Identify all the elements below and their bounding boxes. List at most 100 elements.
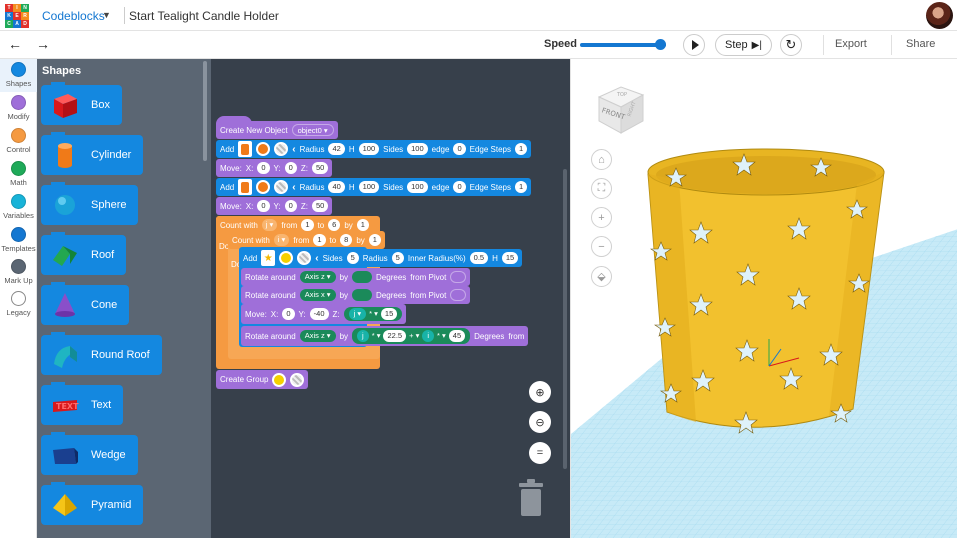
shape-block-round-roof[interactable]: Round Roof [41, 332, 162, 375]
var-i[interactable]: i [422, 330, 435, 342]
axis-dropdown[interactable]: Axis z ▾ [299, 330, 336, 342]
color-swatch[interactable] [279, 251, 294, 265]
export-button[interactable]: Export [835, 38, 867, 50]
y-input[interactable]: -40 [309, 308, 329, 320]
object-var-dropdown[interactable]: object0 ▾ [291, 124, 334, 136]
hole-toggle-icon[interactable] [274, 180, 289, 194]
category-variables[interactable]: Variables [0, 194, 37, 220]
trash-icon[interactable] [517, 479, 545, 517]
category-markup[interactable]: Mark Up [0, 259, 37, 285]
share-button[interactable]: Share [906, 38, 935, 50]
math-expression[interactable]: j * ▾ 22.5 + ▾ i * ▾ 45 [352, 328, 471, 344]
from-input[interactable]: 1 [313, 234, 326, 246]
radius-input[interactable]: 42 [328, 143, 345, 155]
view-cube[interactable]: FRONT TOP RIGHT [595, 81, 647, 135]
move-block[interactable]: Move: X: 0 Y: 0 Z: 50 [216, 197, 333, 215]
shape-block-wedge[interactable]: Wedge [41, 432, 138, 475]
zoom-in-button[interactable]: ⊕ [529, 381, 551, 403]
from-input[interactable]: 1 [301, 219, 314, 231]
category-legacy[interactable]: Legacy [0, 291, 37, 317]
zoom-reset-button[interactable]: = [529, 442, 551, 464]
speed-slider-knob[interactable] [655, 39, 666, 50]
shape-block-text[interactable]: TEXT Text [41, 382, 124, 425]
axis-dropdown[interactable]: Axis x ▾ [299, 289, 336, 301]
hole-toggle-icon[interactable] [297, 251, 312, 265]
hole-toggle-icon[interactable] [274, 142, 289, 156]
z-input[interactable]: 50 [311, 200, 329, 212]
color-swatch[interactable] [256, 142, 271, 156]
zoom-in-icon[interactable]: + [591, 207, 612, 228]
chevron-left-icon[interactable]: ‹ [315, 253, 318, 264]
perspective-icon[interactable]: ⬙ [591, 266, 612, 287]
number-input[interactable]: 45 [448, 330, 466, 342]
number-input[interactable]: 15 [380, 308, 398, 320]
code-workspace[interactable]: Create New Object object0 ▾ Add ‹ Radius… [211, 59, 570, 538]
radius-input[interactable]: 40 [328, 181, 345, 193]
create-object-block[interactable]: Create New Object object0 ▾ [216, 121, 338, 139]
step-button[interactable]: Step ▶| [715, 34, 772, 56]
to-input[interactable]: 6 [328, 219, 341, 231]
edge-input[interactable]: 0 [453, 181, 466, 193]
candle-holder-model[interactable] [641, 144, 891, 454]
chevron-left-icon[interactable]: ‹ [292, 144, 295, 155]
3d-viewport[interactable]: FRONT TOP RIGHT ⌂ ⛶ + − ⬙ [570, 59, 957, 538]
operator-dropdown[interactable]: * ▾ [369, 308, 378, 320]
shape-block-pyramid[interactable]: Pyramid [41, 482, 144, 525]
move-block[interactable]: Move: X: 0 Y: -40 Z: j ▾ * ▾ 15 [241, 304, 407, 324]
redo-icon[interactable]: → [36, 36, 50, 52]
undo-icon[interactable]: ← [8, 36, 22, 52]
operator-dropdown[interactable]: * ▾ [372, 330, 381, 342]
degrees-slot[interactable] [352, 289, 373, 301]
loop-var-dropdown[interactable]: i ▾ [273, 234, 290, 246]
chevron-left-icon[interactable]: ‹ [292, 182, 295, 193]
axis-dropdown[interactable]: Axis z ▾ [299, 271, 336, 283]
caret-down-icon[interactable]: ▼ [102, 10, 111, 20]
move-block[interactable]: Move: X: 0 Y: 0 Z: 50 [216, 159, 333, 177]
workspace-scrollbar[interactable] [563, 169, 567, 469]
loop-var-dropdown[interactable]: j ▾ [261, 219, 278, 231]
height-input[interactable]: 100 [358, 181, 380, 193]
color-swatch[interactable] [256, 180, 271, 194]
create-group-block[interactable]: Create Group [216, 370, 309, 389]
x-input[interactable]: 0 [257, 162, 270, 174]
zoom-out-button[interactable]: ⊖ [529, 411, 551, 433]
fit-view-icon[interactable]: ⛶ [591, 178, 612, 199]
rotate-block[interactable]: Rotate around Axis x ▾ by Degrees from P… [241, 286, 471, 304]
z-input[interactable]: 50 [311, 162, 329, 174]
rotate-block[interactable]: Rotate around Axis z ▾ by Degrees from P… [241, 268, 471, 286]
radius-input[interactable]: 5 [391, 252, 404, 264]
by-input[interactable]: 1 [368, 234, 381, 246]
document-title[interactable]: Start Tealight Candle Holder [129, 9, 279, 23]
x-input[interactable]: 0 [282, 308, 295, 320]
x-input[interactable]: 0 [257, 200, 270, 212]
reset-button[interactable]: ↻ [780, 34, 802, 56]
home-view-icon[interactable]: ⌂ [591, 149, 612, 170]
rotate-block[interactable]: Rotate around Axis z ▾ by j * ▾ 22.5 + ▾… [241, 326, 529, 346]
y-input[interactable]: 0 [284, 200, 297, 212]
operator-dropdown[interactable]: + ▾ [409, 330, 419, 342]
category-templates[interactable]: Templates [0, 227, 37, 253]
by-input[interactable]: 1 [356, 219, 369, 231]
add-cylinder-block[interactable]: Add ‹ Radius 42 H 100 Sides 100 edge 0 E… [216, 140, 532, 158]
inner-radius-input[interactable]: 0.5 [469, 252, 489, 264]
category-shapes[interactable]: Shapes [0, 59, 37, 92]
shape-block-cylinder[interactable]: Cylinder [41, 132, 144, 175]
pivot-slot[interactable] [450, 289, 467, 301]
edge-steps-input[interactable]: 1 [515, 181, 528, 193]
y-input[interactable]: 0 [284, 162, 297, 174]
height-input[interactable]: 15 [501, 252, 519, 264]
edge-input[interactable]: 0 [453, 143, 466, 155]
height-input[interactable]: 100 [358, 143, 380, 155]
math-expression[interactable]: j ▾ * ▾ 15 [343, 307, 403, 321]
category-modify[interactable]: Modify [0, 95, 37, 121]
shape-block-sphere[interactable]: Sphere [41, 182, 139, 225]
app-switcher[interactable]: Codeblocks [42, 9, 105, 23]
tinkercad-logo[interactable]: T I N K E R C A D [5, 4, 29, 28]
operator-dropdown[interactable]: * ▾ [437, 330, 446, 342]
category-control[interactable]: Control [0, 128, 37, 154]
play-button[interactable] [683, 34, 705, 56]
degrees-slot[interactable] [352, 271, 373, 283]
speed-slider[interactable] [580, 39, 666, 50]
user-avatar[interactable] [926, 2, 953, 29]
sides-input[interactable]: 100 [407, 181, 428, 193]
